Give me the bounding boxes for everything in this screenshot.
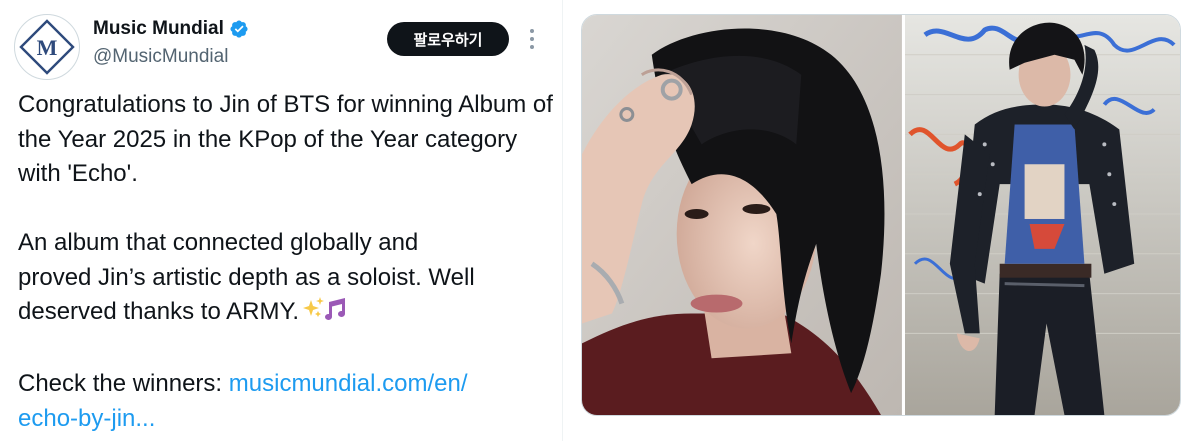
tweet-paragraph-2-line-2: proved Jin’s artistic depth as a soloist… <box>18 263 475 291</box>
follow-button[interactable]: 팔로우하기 <box>387 22 509 56</box>
more-dot <box>530 37 534 41</box>
media-photo-left[interactable] <box>582 15 902 415</box>
tweet-card: M Music Mundial @MusicMundial 팔로우하기 Cong… <box>0 0 1200 441</box>
tweet-text: Congratulations to Jin of BTS for winnin… <box>18 88 558 436</box>
column-divider <box>562 0 563 441</box>
graffiti-wall-photo-image <box>904 15 1180 415</box>
verified-badge-icon <box>230 20 248 38</box>
display-name[interactable]: Music Mundial <box>93 18 224 40</box>
music-mundial-logo-icon: M <box>19 19 75 75</box>
tweet-left-column: M Music Mundial @MusicMundial 팔로우하기 Cong… <box>0 0 562 441</box>
tweet-media <box>581 14 1181 416</box>
tweet-paragraph-2: An album that connected globally and pro… <box>18 226 558 333</box>
avatar-letter: M <box>37 35 58 60</box>
account-handle[interactable]: @MusicMundial <box>93 46 228 68</box>
avatar[interactable]: M <box>14 14 80 80</box>
portrait-photo-image <box>582 15 902 415</box>
media-photo-right[interactable] <box>904 15 1180 415</box>
more-vertical-icon[interactable] <box>524 26 540 52</box>
tweet-link-continued[interactable]: echo-by-jin... <box>18 405 155 432</box>
more-dot <box>530 29 534 33</box>
name-row: Music Mundial <box>93 16 249 42</box>
tweet-paragraph-3-prefix: Check the winners: <box>18 370 229 397</box>
tweet-paragraph-2-line-3: deserved thanks to ARMY. <box>18 298 300 325</box>
tweet-paragraph-3: Check the winners: musicmundial.com/en/ … <box>18 367 558 436</box>
tweet-paragraph-2-line-1: An album that connected globally and <box>18 229 419 256</box>
sparkles-music-notes-icon <box>303 296 349 333</box>
more-dot <box>530 45 534 49</box>
tweet-paragraph-1: Congratulations to Jin of BTS for winnin… <box>18 91 553 187</box>
tweet-link[interactable]: musicmundial.com/en/ <box>229 370 468 397</box>
